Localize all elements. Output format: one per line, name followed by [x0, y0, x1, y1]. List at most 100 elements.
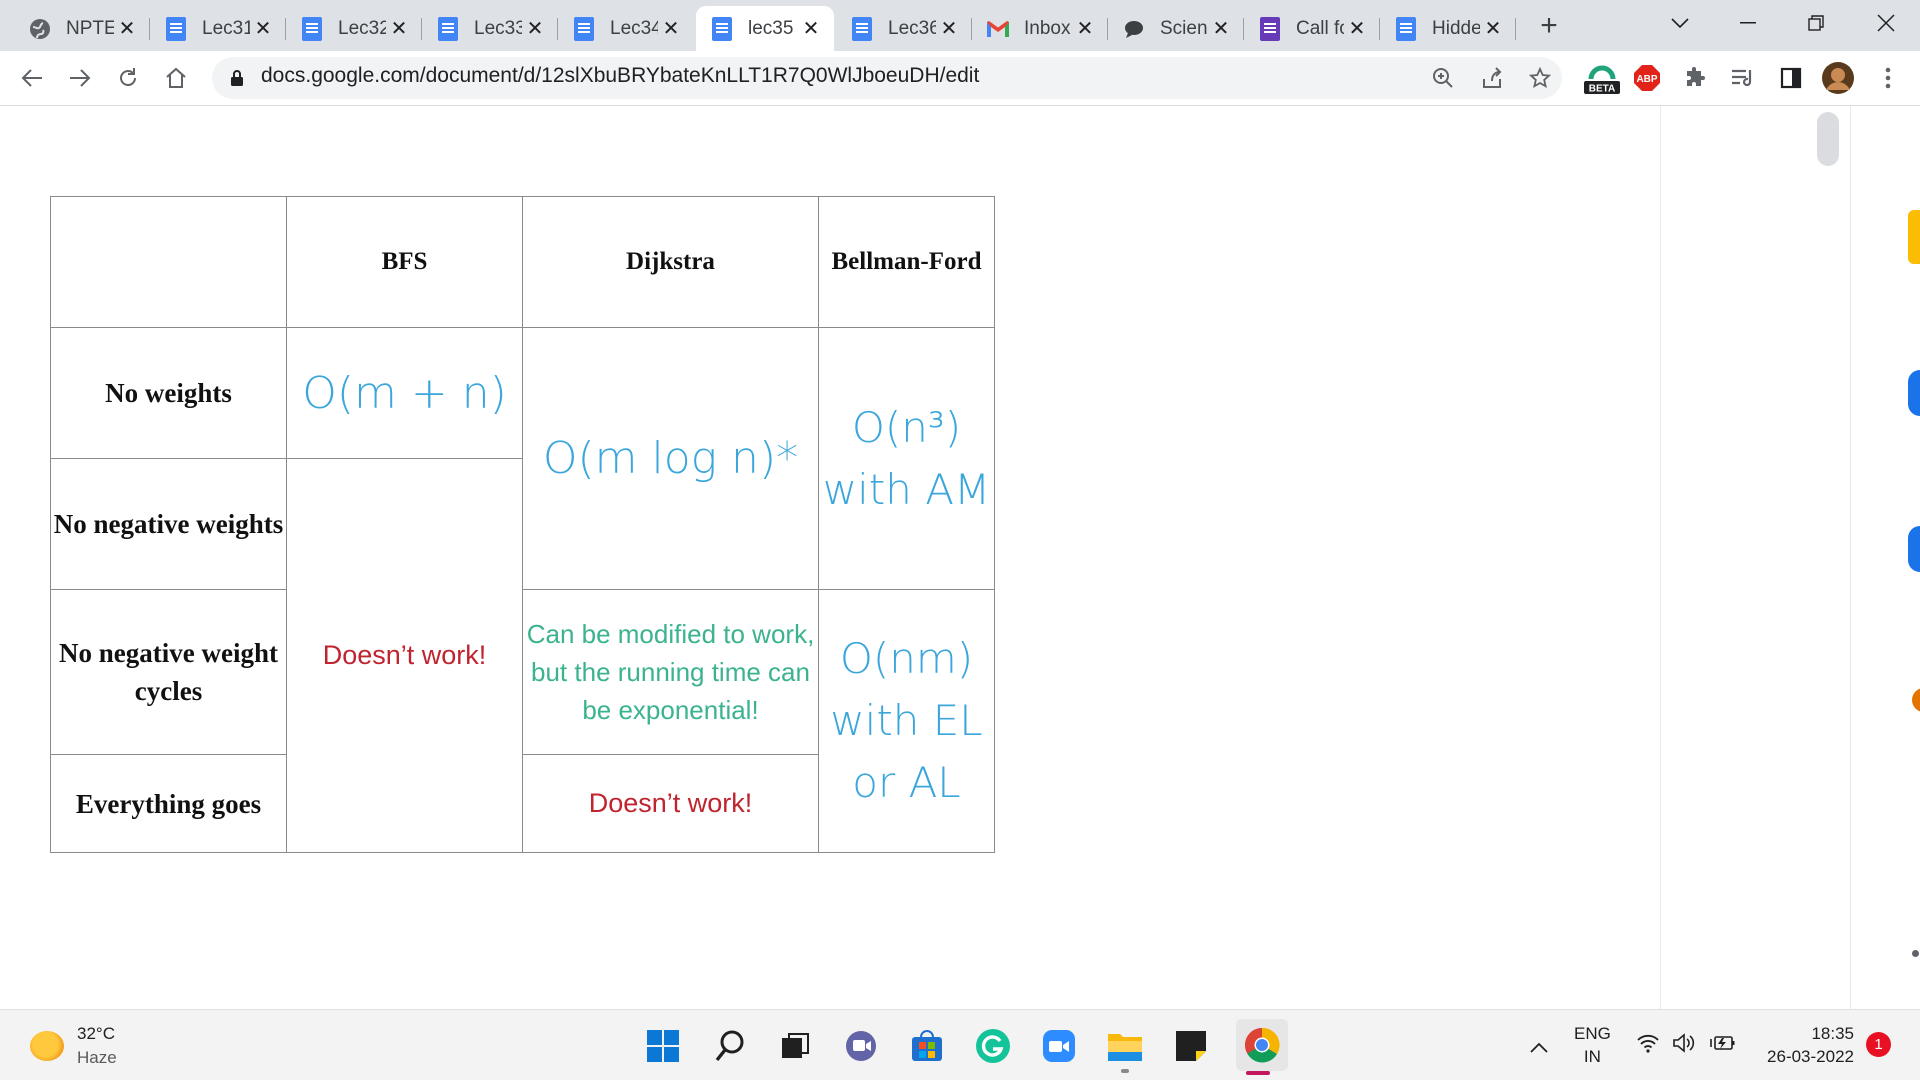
tab-science[interactable]: Science ✕ — [1108, 6, 1244, 51]
close-icon[interactable]: ✕ — [658, 16, 684, 42]
document-scroll-area — [1660, 106, 1850, 1009]
reload-button[interactable] — [110, 60, 146, 96]
close-icon[interactable]: ✕ — [1072, 16, 1098, 42]
close-icon[interactable]: ✕ — [250, 16, 276, 42]
sticky-notes-icon[interactable] — [1171, 1026, 1211, 1066]
row-header-no-negative-weight-cycles: No negative weight cycles — [50, 589, 287, 755]
profile-avatar[interactable] — [1822, 62, 1854, 94]
lock-icon[interactable] — [230, 69, 244, 87]
chat-icon — [1122, 17, 1146, 41]
docs-icon — [710, 16, 734, 41]
language-code: ENG — [1574, 1024, 1611, 1043]
forward-button[interactable] — [62, 60, 98, 96]
home-button[interactable] — [158, 60, 194, 96]
bookmark-star-icon[interactable] — [1526, 64, 1554, 92]
zoom-icon[interactable] — [1429, 64, 1457, 92]
new-tab-button[interactable]: + — [1533, 9, 1565, 42]
tab-separator — [1515, 18, 1516, 40]
bellman-ford-am-line2: with AM — [822, 464, 991, 514]
header-bellman-ford: Bellman-Ford — [818, 196, 995, 328]
bfs-no-weights-cell: O(m + n) — [286, 327, 523, 459]
tab-lec36[interactable]: Lec36 ✕ — [836, 6, 972, 51]
weather-haze-icon[interactable] — [30, 1031, 64, 1061]
bellman-ford-el-al-cell: O(nm) with EL or AL — [818, 589, 995, 853]
adblock-extension-icon[interactable]: ABP — [1631, 62, 1663, 94]
tab-lec33[interactable]: Lec33 ✕ — [422, 6, 558, 51]
close-icon[interactable]: ✕ — [1208, 16, 1234, 42]
tab-title: Lec33 — [474, 17, 522, 39]
puzzle-extensions-icon[interactable] — [1679, 62, 1711, 94]
tab-lec35-active[interactable]: lec35 ✕ — [696, 6, 834, 51]
gmail-icon — [986, 17, 1010, 41]
close-icon[interactable]: ✕ — [114, 16, 140, 42]
tab-call-for[interactable]: Call for ✕ — [1244, 6, 1380, 51]
media-queue-icon[interactable] — [1727, 62, 1759, 94]
close-icon[interactable]: ✕ — [1344, 16, 1370, 42]
table-corner-cell — [50, 196, 287, 328]
restore-button[interactable] — [1796, 6, 1836, 40]
tab-nptel[interactable]: NPTEL ✕ — [14, 6, 150, 51]
wifi-icon[interactable] — [1636, 1033, 1660, 1059]
minimize-button[interactable] — [1728, 6, 1768, 40]
battery-charging-icon[interactable] — [1710, 1033, 1736, 1059]
bellman-ford-line3: or AL — [852, 758, 961, 807]
weather-description[interactable]: Haze — [77, 1048, 117, 1068]
close-icon[interactable]: ✕ — [798, 16, 824, 42]
beta-extension-icon[interactable]: BETA — [1583, 62, 1621, 95]
windows-taskbar — [0, 1009, 1920, 1080]
browser-menu-icon[interactable] — [1872, 62, 1904, 94]
docs-icon — [436, 16, 460, 41]
close-window-button[interactable] — [1866, 6, 1906, 40]
task-view-icon[interactable] — [775, 1026, 815, 1066]
docs-icon — [850, 16, 874, 41]
dijkstra-doesnt-work-cell: Doesn’t work! — [522, 754, 819, 853]
tasks-side-icon[interactable] — [1908, 370, 1920, 416]
tab-title: Lec36 — [888, 17, 936, 39]
tab-title: Lec31 — [202, 17, 250, 39]
close-icon[interactable]: ✕ — [386, 16, 412, 42]
file-explorer-indicator — [1121, 1069, 1129, 1073]
keep-side-icon[interactable] — [1908, 210, 1920, 264]
beta-label: BETA — [1589, 84, 1615, 95]
tab-search-chevron-icon[interactable] — [1660, 6, 1700, 40]
row-header-everything-goes: Everything goes — [50, 754, 287, 853]
chrome-taskbar-icon[interactable] — [1236, 1019, 1288, 1071]
url-text[interactable]: docs.google.com/document/d/12slXbuBRYbat… — [261, 64, 979, 88]
language-region: IN — [1583, 1047, 1601, 1066]
back-button[interactable] — [14, 60, 50, 96]
side-panel-icon[interactable] — [1775, 62, 1807, 94]
tab-lec34[interactable]: Lec34 ✕ — [558, 6, 694, 51]
screen: NPTEL ✕ Lec31 ✕ Lec32 ✕ Lec33 ✕ Lec34 ✕ … — [0, 0, 1920, 1080]
weather-temperature[interactable]: 32°C — [77, 1024, 115, 1044]
close-icon[interactable]: ✕ — [936, 16, 962, 42]
tab-inbox[interactable]: Inbox ✕ — [972, 6, 1108, 51]
header-bfs: BFS — [286, 196, 523, 328]
file-explorer-icon[interactable] — [1105, 1026, 1145, 1066]
teams-chat-icon[interactable] — [841, 1026, 881, 1066]
contacts-side-icon[interactable] — [1908, 526, 1920, 572]
volume-icon[interactable] — [1672, 1033, 1698, 1059]
clock[interactable]: 18:35 26-03-2022 — [1756, 1022, 1854, 1068]
header-dijkstra: Dijkstra — [522, 196, 819, 328]
tab-lec31[interactable]: Lec31 ✕ — [150, 6, 286, 51]
grammarly-icon[interactable] — [973, 1026, 1013, 1066]
docs-icon — [300, 16, 324, 41]
tab-hidden[interactable]: Hidden ✕ — [1380, 6, 1516, 51]
start-windows-icon[interactable] — [643, 1026, 683, 1066]
chrome-active-indicator — [1246, 1071, 1270, 1075]
tray-overflow-chevron-icon[interactable] — [1530, 1036, 1548, 1059]
scrollbar-thumb[interactable] — [1817, 112, 1839, 166]
zoom-meeting-icon[interactable] — [1039, 1026, 1079, 1066]
close-icon[interactable]: ✕ — [522, 16, 548, 42]
tab-title: Hidden — [1432, 17, 1480, 39]
search-icon[interactable] — [710, 1026, 750, 1066]
microsoft-store-icon[interactable] — [907, 1026, 947, 1066]
tab-title: Lec32 — [338, 17, 386, 39]
algorithm-comparison-table: BFS Dijkstra Bellman-Ford No weights O(m… — [50, 196, 995, 853]
notification-badge[interactable]: 1 — [1866, 1032, 1891, 1057]
tab-lec32[interactable]: Lec32 ✕ — [286, 6, 422, 51]
language-indicator[interactable]: ENG IN — [1574, 1022, 1611, 1068]
row-header-no-weights: No weights — [50, 327, 287, 459]
share-icon[interactable] — [1478, 64, 1506, 92]
close-icon[interactable]: ✕ — [1480, 16, 1506, 42]
